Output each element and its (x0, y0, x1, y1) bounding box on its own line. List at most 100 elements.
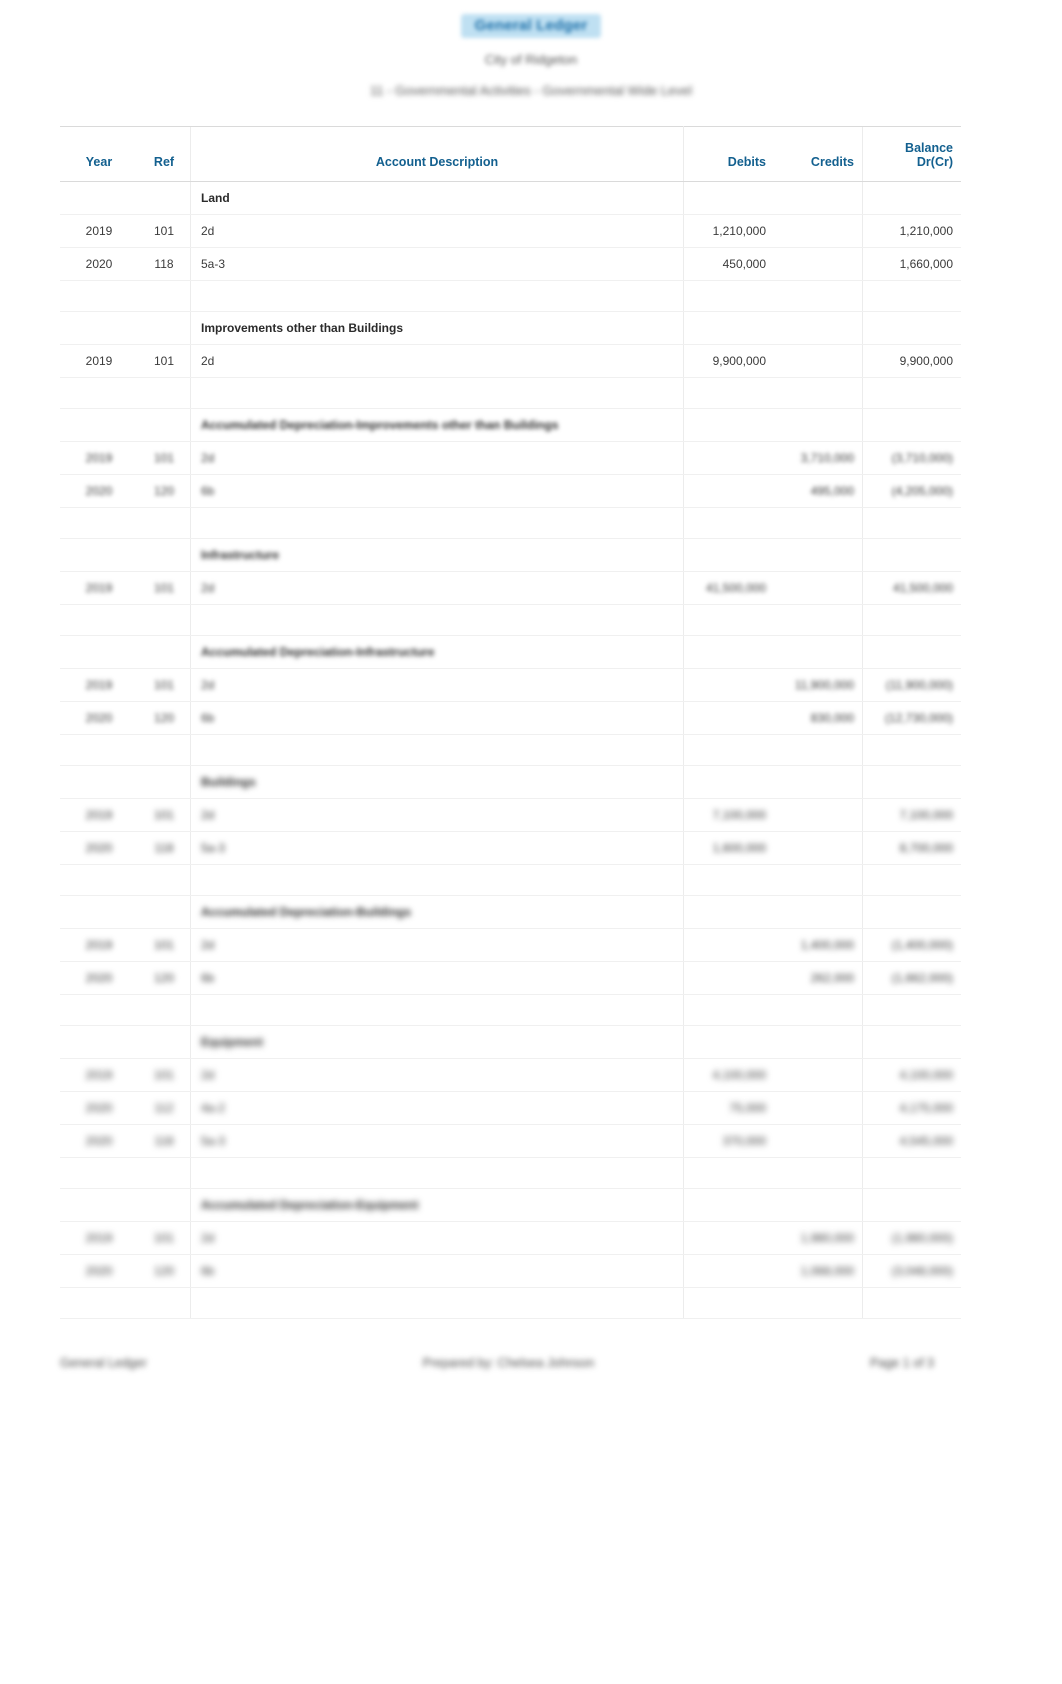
cell-credits: 1,980,000 (774, 1221, 863, 1255)
cell-debits (683, 474, 774, 508)
section-ref-blank (138, 635, 191, 669)
table-row: 2019 101 2d 3,710,000 (3,710,000) (60, 441, 961, 475)
cell-ref: 118 (138, 247, 191, 281)
table-row: 2020 118 5a-3 450,000 1,660,000 (60, 247, 961, 281)
cell-ref: 101 (138, 441, 191, 475)
section-debits-blank (683, 538, 774, 572)
section-credits-blank (774, 1188, 863, 1222)
cell-balance: 9,900,000 (862, 344, 961, 378)
table-body: Land 2019 101 2d 1,210,000 1,210,000 2020 118 5a… (60, 181, 961, 1319)
cell-description: 5a-3 (190, 831, 684, 865)
cell-debits: 370,000 (683, 1124, 774, 1158)
section-name: Accumulated Depreciation-Equipment (190, 1188, 684, 1222)
section-name: Equipment (190, 1025, 684, 1059)
cell-balance: 1,210,000 (862, 214, 961, 248)
report-subtitle: City of Ridgeton (484, 52, 578, 67)
section-credits-blank (774, 765, 863, 799)
cell-year: 2020 (60, 247, 138, 281)
cell-balance: (12,730,000) (862, 701, 961, 735)
table-row: 2020 120 6b 262,000 (1,662,000) (60, 961, 961, 995)
cell-ref: 120 (138, 1254, 191, 1288)
cell-year: 2020 (60, 831, 138, 865)
cell-credits: 830,000 (774, 701, 863, 735)
section-debits-blank (683, 1188, 774, 1222)
cell-balance: (1,662,000) (862, 961, 961, 995)
table-row: 2019 101 2d 4,100,000 4,100,000 (60, 1058, 961, 1092)
section-name: Improvements other than Buildings (190, 311, 684, 345)
table-spacer-row (60, 1157, 961, 1189)
table-row: 2020 112 4a-2 75,000 4,175,000 (60, 1091, 961, 1125)
section-debits-blank (683, 1025, 774, 1059)
cell-year: 2020 (60, 474, 138, 508)
table-row: 2019 101 2d 1,210,000 1,210,000 (60, 214, 961, 248)
section-balance-blank (862, 765, 961, 799)
cell-balance: 41,500,000 (862, 571, 961, 605)
account-section-header: Infrastructure (60, 538, 961, 572)
cell-debits: 1,600,000 (683, 831, 774, 865)
cell-year: 2019 (60, 571, 138, 605)
section-credits-blank (774, 538, 863, 572)
table-row: 2020 118 5a-3 370,000 4,545,000 (60, 1124, 961, 1158)
footer-center: Prepared by: Chelsea Johnson (422, 1356, 595, 1370)
cell-credits (774, 798, 863, 832)
cell-balance: 1,660,000 (862, 247, 961, 281)
cell-description: 2d (190, 798, 684, 832)
footer-right: Page 1 of 3 (870, 1356, 934, 1370)
cell-credits (774, 214, 863, 248)
table-spacer-row (60, 280, 961, 312)
table-row: 2020 120 6b 830,000 (12,730,000) (60, 701, 961, 735)
report-scope-line: 11 - Governmental Activities - Governmen… (369, 83, 692, 98)
cell-ref: 120 (138, 701, 191, 735)
cell-description: 2d (190, 571, 684, 605)
cell-ref: 101 (138, 344, 191, 378)
column-header-ref: Ref (138, 126, 191, 182)
table-spacer-row (60, 994, 961, 1026)
section-balance-blank (862, 408, 961, 442)
cell-description: 2d (190, 441, 684, 475)
table-row: 2019 101 2d 7,100,000 7,100,000 (60, 798, 961, 832)
cell-description: 6b (190, 1254, 684, 1288)
cell-debits (683, 961, 774, 995)
cell-credits (774, 1124, 863, 1158)
cell-year: 2019 (60, 1221, 138, 1255)
cell-year: 2020 (60, 1254, 138, 1288)
section-year-blank (60, 1025, 138, 1059)
cell-year: 2020 (60, 1124, 138, 1158)
footer-left: General Ledger (60, 1356, 147, 1370)
cell-credits (774, 247, 863, 281)
section-ref-blank (138, 408, 191, 442)
cell-credits (774, 571, 863, 605)
section-year-blank (60, 1188, 138, 1222)
account-section-header: Accumulated Depreciation-Buildings (60, 895, 961, 929)
table-row: 2019 101 2d 41,500,000 41,500,000 (60, 571, 961, 605)
account-section-header: Accumulated Depreciation-Improvements ot… (60, 408, 961, 442)
section-debits-blank (683, 635, 774, 669)
section-ref-blank (138, 311, 191, 345)
section-name: Accumulated Depreciation-Improvements ot… (190, 408, 684, 442)
cell-credits (774, 831, 863, 865)
cell-year: 2019 (60, 1058, 138, 1092)
cell-credits (774, 1091, 863, 1125)
cell-debits (683, 441, 774, 475)
section-year-blank (60, 765, 138, 799)
section-balance-blank (862, 895, 961, 929)
cell-year: 2019 (60, 928, 138, 962)
ledger-table: Year Ref Account Description Debits Cred… (60, 126, 961, 1319)
section-year-blank (60, 311, 138, 345)
cell-ref: 101 (138, 668, 191, 702)
cell-debits (683, 701, 774, 735)
cell-ref: 118 (138, 1124, 191, 1158)
section-name: Accumulated Depreciation-Infrastructure (190, 635, 684, 669)
cell-description: 2d (190, 1058, 684, 1092)
cell-description: 2d (190, 214, 684, 248)
section-credits-blank (774, 895, 863, 929)
section-year-blank (60, 895, 138, 929)
section-year-blank (60, 181, 138, 215)
section-ref-blank (138, 765, 191, 799)
section-balance-blank (862, 1025, 961, 1059)
cell-description: 5a-3 (190, 1124, 684, 1158)
account-section-header: Equipment (60, 1025, 961, 1059)
cell-credits (774, 344, 863, 378)
cell-ref: 112 (138, 1091, 191, 1125)
table-row: 2020 120 6b 495,000 (4,205,000) (60, 474, 961, 508)
